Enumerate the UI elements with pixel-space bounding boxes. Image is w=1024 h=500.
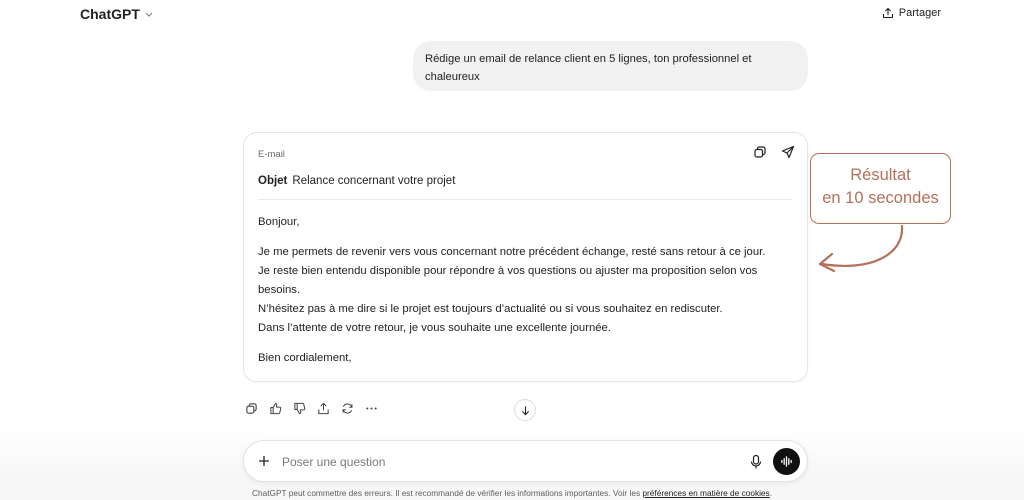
annotation-line-1: Résultat: [850, 166, 911, 184]
thumbs-down-button[interactable]: [291, 400, 307, 416]
thumbs-down-icon: [293, 402, 305, 414]
email-subject: Objet Relance concernant votre projet: [258, 175, 455, 187]
disclaimer: ChatGPT peut commettre des erreurs. Il e…: [0, 488, 1024, 498]
email-greeting: Bonjour,: [258, 216, 300, 228]
share-icon: [317, 402, 329, 414]
subject-label: Objet: [258, 175, 288, 187]
arrow-down-icon: [521, 405, 529, 415]
disclaimer-text: ChatGPT peut commettre des erreurs. Il e…: [251, 488, 643, 498]
email-line: Je reste bien entendu disponible pour ré…: [258, 265, 758, 296]
email-line: Dans l’attente de votre retour, je vous …: [258, 322, 611, 334]
user-message: Rédige un email de relance client en 5 l…: [413, 41, 808, 91]
question-input[interactable]: [282, 452, 722, 472]
disclaimer-end: .: [769, 488, 773, 498]
regenerate-button[interactable]: [339, 400, 355, 416]
thumbs-up-icon: [269, 402, 281, 414]
cookie-preferences-link[interactable]: préférences en matière de cookies: [642, 488, 769, 498]
mic-icon[interactable]: [749, 454, 763, 470]
message-actions: [243, 400, 379, 416]
chevron-down-icon: [145, 12, 153, 17]
app-title: ChatGPT: [80, 6, 140, 22]
email-kind-label: E-mail: [258, 149, 285, 160]
annotation-arrow-icon: [818, 224, 904, 273]
voice-mode-button[interactable]: [773, 448, 800, 475]
voice-mode-icon: [781, 456, 792, 467]
email-line: Je me permets de revenir vers vous conce…: [258, 246, 766, 258]
plus-icon[interactable]: [256, 453, 272, 469]
email-line: N’hésitez pas à me dire si le projet est…: [258, 303, 723, 315]
app-title-dropdown[interactable]: ChatGPT: [80, 6, 154, 22]
more-button[interactable]: [363, 400, 379, 416]
share-button[interactable]: Partager: [882, 7, 941, 19]
copy-button[interactable]: [243, 400, 259, 416]
composer: [243, 440, 808, 482]
send-icon[interactable]: [781, 145, 795, 159]
email-body: Bonjour, Je me permets de revenir vers v…: [258, 213, 793, 368]
copy-icon: [245, 402, 257, 414]
divider: [258, 199, 793, 200]
annotation-line-2: en 10 secondes: [822, 189, 939, 207]
scroll-down-button[interactable]: [514, 399, 536, 421]
email-closing: Bien cordialement,: [258, 352, 352, 364]
share-icon: [882, 7, 893, 19]
copy-icon[interactable]: [753, 145, 767, 159]
regenerate-icon: [342, 402, 352, 414]
more-icon: [365, 406, 377, 410]
email-card: E-mail Objet Relance concernant votre pro…: [243, 132, 808, 382]
result-annotation: Résultat en 10 secondes: [810, 153, 951, 224]
subject-value: Relance concernant votre projet: [292, 175, 456, 187]
thumbs-up-button[interactable]: [267, 400, 283, 416]
share-label: Partager: [898, 7, 941, 19]
share-message-button[interactable]: [315, 400, 331, 416]
